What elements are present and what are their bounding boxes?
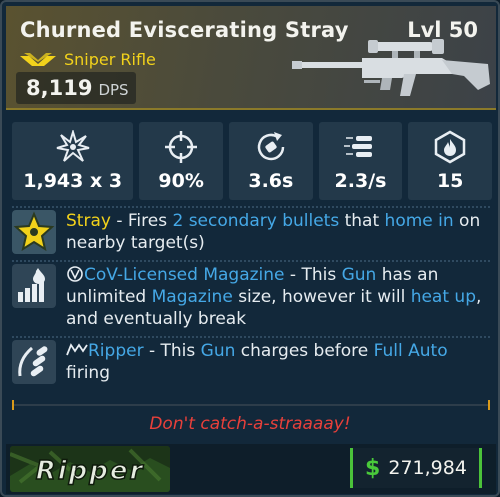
dps-readout: 8,119 DPS — [16, 72, 136, 104]
perk-stray: Stray - Fires 2 secondary bullets that h… — [12, 210, 492, 258]
price-readout: $ 271,984 — [350, 448, 482, 488]
perk-stray-text: Stray - Fires 2 secondary bullets that h… — [66, 210, 492, 254]
stat-magazine: 15 — [408, 122, 493, 200]
stat-reload-value: 3.6s — [248, 170, 294, 192]
perk-keyword: 2 secondary bullets — [172, 211, 340, 231]
sniper-rifle-icon — [292, 39, 490, 96]
weapon-type: Sniper Rifle — [64, 50, 156, 69]
perk-divider — [12, 260, 490, 262]
perk-cov-magazine: CoV-Licensed Magazine - This Gun has an … — [12, 264, 492, 334]
perk-text-fragment: - This — [143, 341, 201, 361]
perk-ripper-name: Ripper — [88, 341, 144, 361]
perk-cov-name: CoV-Licensed Magazine — [84, 265, 285, 285]
perk-keyword: home in — [384, 211, 454, 231]
magazine-flame-icon — [434, 130, 466, 164]
ripper-perk-icon — [12, 340, 56, 384]
perk-text-fragment: - This — [284, 265, 342, 285]
perk-text-fragment: firing — [66, 363, 110, 383]
stat-damage-value: 1,943 x 3 — [23, 170, 123, 192]
manufacturer-logo: Ripper — [10, 446, 170, 492]
stray-perk-icon — [12, 210, 56, 254]
fire-rate-icon — [343, 136, 372, 157]
stat-accuracy: 90% — [139, 122, 223, 200]
cov-logo-icon — [67, 266, 83, 282]
perk-text-fragment: that — [339, 211, 385, 231]
perk-keyword: Full Auto — [373, 341, 448, 361]
perk-stray-name: Stray — [66, 211, 111, 231]
perk-keyword: Magazine — [151, 287, 233, 307]
stat-magazine-value: 15 — [436, 170, 464, 192]
stats-divider — [12, 206, 490, 208]
stat-accuracy-value: 90% — [158, 170, 204, 192]
perk-keyword: heat up — [410, 287, 476, 307]
item-footer: Ripper $ 271,984 — [6, 444, 496, 494]
flavor-text: Don't catch-a-straaaay! — [149, 414, 351, 434]
stats-row: 1,943 x 3 90% 3.6s 2.3/s 15 — [12, 122, 493, 200]
perk-text-fragment: size, however it will — [232, 287, 411, 307]
stat-damage: 1,943 x 3 — [12, 122, 134, 200]
flavor-divider — [12, 404, 490, 406]
item-card: Churned Eviscerating Stray Lvl 50 Sniper… — [0, 0, 500, 497]
legendary-rarity-icon — [20, 52, 56, 66]
divider-tick-left — [12, 400, 14, 410]
perk-cov-text: CoV-Licensed Magazine - This Gun has an … — [66, 264, 492, 330]
dps-value: 8,119 — [26, 76, 93, 100]
ripper-logo-icon — [66, 343, 88, 356]
perk-divider — [12, 336, 490, 338]
reload-time-icon — [257, 132, 285, 161]
perk-ripper-text: Ripper - This Gun charges before Full Au… — [66, 340, 492, 384]
stat-reload: 3.6s — [229, 122, 313, 200]
perk-text-fragment: charges before — [235, 341, 374, 361]
crosshair-accuracy-icon — [165, 131, 198, 163]
perk-text-fragment: - Fires — [110, 211, 173, 231]
item-header: Churned Eviscerating Stray Lvl 50 Sniper… — [6, 6, 496, 110]
perk-ripper: Ripper - This Gun charges before Full Au… — [12, 340, 492, 388]
perk-keyword: Gun — [200, 341, 236, 361]
stat-fire-rate-value: 2.3/s — [334, 170, 387, 192]
perk-keyword: Gun — [341, 265, 377, 285]
divider-tick-right — [488, 400, 490, 410]
cov-magazine-perk-icon — [12, 264, 56, 308]
stat-fire-rate: 2.3/s — [318, 122, 403, 200]
manufacturer-name: Ripper — [36, 456, 145, 486]
damage-burst-icon — [56, 130, 89, 162]
price-value: 271,984 — [388, 457, 467, 479]
currency-icon: $ — [365, 455, 381, 481]
item-type-row: Sniper Rifle — [20, 50, 156, 69]
dps-unit: DPS — [98, 81, 129, 99]
